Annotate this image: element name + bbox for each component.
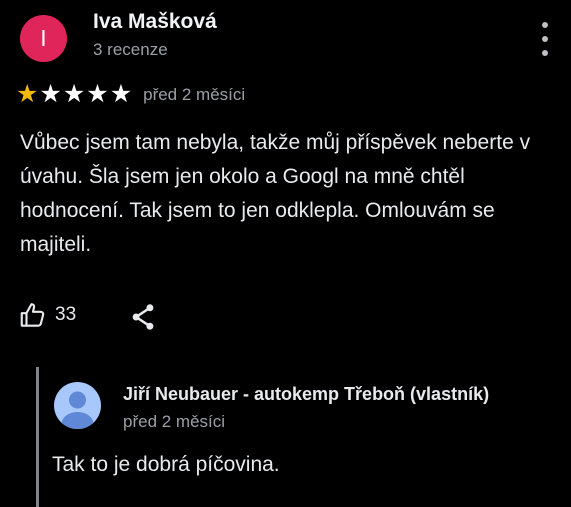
like-count: 33: [55, 304, 77, 325]
thumb-up-icon: [18, 300, 48, 330]
avatar[interactable]: I: [20, 15, 67, 62]
star-filled-icon: ★: [16, 80, 39, 108]
reply-divider: [36, 367, 39, 507]
more-vert-icon[interactable]: [537, 22, 553, 56]
author-name[interactable]: Iva Mašková: [93, 10, 217, 34]
owner-name: Jiří Neubauer - autokemp Třeboň (vlastní…: [123, 384, 490, 404]
like-button[interactable]: 33: [18, 300, 76, 330]
reply-text: Tak to je dobrá píčovina.: [52, 453, 280, 476]
star-empty-icon: ★: [86, 80, 109, 108]
more-dot: [542, 22, 548, 28]
star-empty-icon: ★: [62, 80, 86, 108]
rating-row: ★ ★ ★ ★ ★ před 2 měsíci: [16, 82, 245, 107]
more-dot: [542, 50, 548, 56]
person-icon: [54, 382, 101, 429]
star-empty-icon: ★: [39, 80, 62, 108]
more-dot: [542, 36, 548, 42]
avatar-initial: I: [40, 25, 47, 51]
review-text: Vůbec jsem tam nebyla, takže můj příspěv…: [20, 131, 531, 256]
review-date: před 2 měsíci: [143, 84, 246, 104]
star-empty-icon: ★: [109, 80, 133, 108]
star-rating: ★ ★ ★ ★ ★: [16, 82, 133, 107]
reply-date: před 2 měsíci: [123, 412, 226, 431]
review-count: 3 recenze: [93, 40, 168, 59]
share-icon[interactable]: [129, 302, 157, 332]
review-card: I Iva Mašková 3 recenze ★ ★ ★ ★ ★ před 2 měs…: [0, 0, 571, 507]
